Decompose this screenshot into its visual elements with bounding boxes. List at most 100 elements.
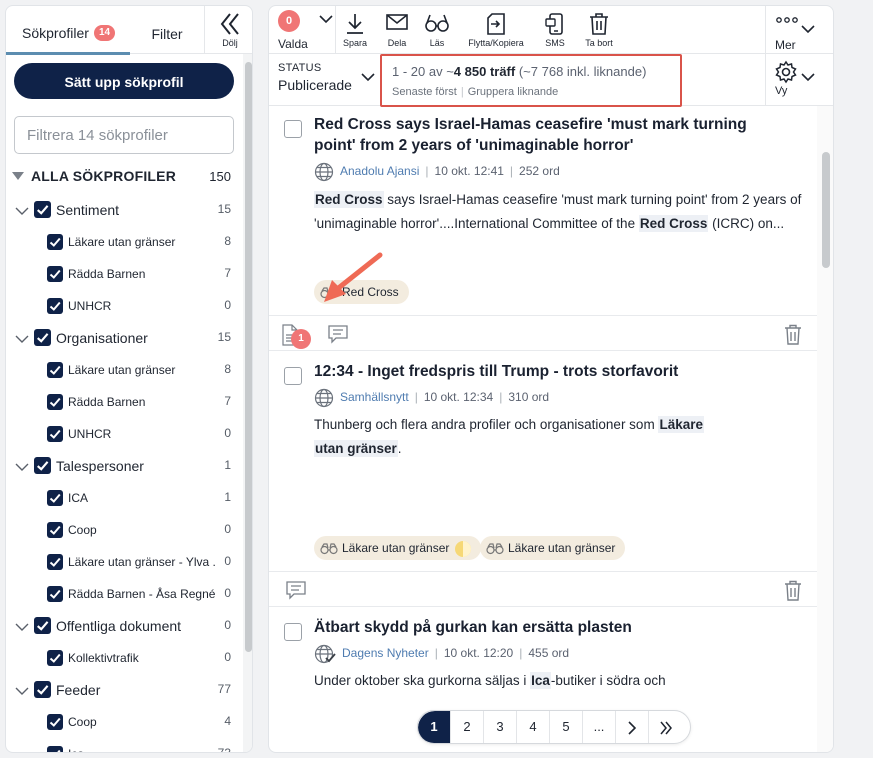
group-checkbox[interactable] bbox=[34, 681, 51, 698]
chevron-down-icon bbox=[15, 335, 29, 343]
profile-checkbox[interactable] bbox=[47, 650, 63, 666]
next-page-button[interactable] bbox=[616, 711, 649, 743]
article-checkbox[interactable] bbox=[284, 623, 302, 641]
group-similar-link[interactable]: Gruppera liknande bbox=[468, 86, 559, 98]
read-button[interactable]: Läs bbox=[419, 6, 455, 54]
page-2-button[interactable]: 2 bbox=[451, 711, 484, 743]
profile-checkbox[interactable] bbox=[47, 490, 63, 506]
article-checkbox[interactable] bbox=[284, 120, 302, 138]
profile-item-row[interactable]: Läkare utan gränser 8 bbox=[6, 226, 241, 258]
profile-tag-chip[interactable]: Läkare utan gränser bbox=[480, 536, 626, 560]
article-title[interactable]: 12:34 - Inget fredspris till Trump - tro… bbox=[314, 361, 784, 382]
profile-checkbox[interactable] bbox=[47, 426, 63, 442]
article-list: Red Cross says Israel-Hamas ceasefire 'm… bbox=[269, 106, 817, 752]
excerpt-text: Thunberg och flera andra profiler och or… bbox=[314, 417, 659, 432]
profile-group-row[interactable]: Feeder 77 bbox=[6, 674, 241, 706]
more-menu-button[interactable]: Mer bbox=[766, 6, 833, 54]
sms-button[interactable]: SMS bbox=[537, 6, 573, 54]
comment-icon[interactable] bbox=[285, 580, 307, 600]
profile-checkbox[interactable] bbox=[47, 522, 63, 538]
profile-checkbox[interactable] bbox=[47, 266, 63, 282]
excerpt-text: . bbox=[397, 441, 402, 456]
page-1-button[interactable]: 1 bbox=[418, 711, 451, 743]
all-profiles-label: ALLA SÖKPROFILER bbox=[31, 168, 177, 184]
chevron-down-icon bbox=[15, 463, 29, 471]
profile-item-row[interactable]: Läkare utan gränser 8 bbox=[6, 354, 241, 386]
last-page-button[interactable] bbox=[649, 711, 682, 743]
profile-item-row[interactable]: UNHCR 0 bbox=[6, 418, 241, 450]
sms-label: SMS bbox=[545, 38, 565, 48]
group-checkbox[interactable] bbox=[34, 201, 51, 218]
status-dropdown[interactable]: STATUS Publicerade bbox=[269, 54, 377, 106]
selected-dropdown[interactable]: 0 Valda bbox=[269, 6, 335, 54]
profile-tag-chip[interactable]: Läkare utan gränser bbox=[314, 536, 482, 560]
profile-item-row[interactable]: ICA 1 bbox=[6, 482, 241, 514]
view-menu-button[interactable]: Vy bbox=[766, 54, 833, 106]
tag-label: Läkare utan gränser bbox=[342, 541, 450, 555]
left-tabs: Sökprofiler 14 Filter Dölj bbox=[6, 6, 252, 55]
excerpt-text: (ICRC) on... bbox=[708, 216, 785, 231]
page-3-button[interactable]: 3 bbox=[484, 711, 517, 743]
filter-profiles-input[interactable] bbox=[14, 116, 234, 154]
trash-icon[interactable] bbox=[783, 324, 803, 346]
results-scrollbar-thumb[interactable] bbox=[822, 152, 830, 268]
profile-item-row[interactable]: Rädda Barnen 7 bbox=[6, 386, 241, 418]
result-summary-highlight: 1 - 20 av ~4 850 träff (~7 768 inkl. lik… bbox=[380, 54, 682, 107]
profile-item-row[interactable]: Coop 4 bbox=[6, 706, 241, 738]
hide-panel-button[interactable]: Dölj bbox=[204, 6, 252, 54]
profile-group-row[interactable]: Offentliga dokument 0 bbox=[6, 610, 241, 642]
page-4-button[interactable]: 4 bbox=[517, 711, 550, 743]
profile-item-row[interactable]: Ica73 bbox=[6, 738, 241, 752]
group-checkbox[interactable] bbox=[34, 457, 51, 474]
profile-item-row[interactable]: Rädda Barnen - Åsa Regnér 0 bbox=[6, 578, 241, 610]
tab-filter[interactable]: Filter bbox=[130, 6, 204, 54]
profile-label: Läkare utan gränser bbox=[68, 235, 176, 249]
profile-item-row[interactable]: Coop 0 bbox=[6, 514, 241, 546]
profile-item-row[interactable]: Rädda Barnen 7 bbox=[6, 258, 241, 290]
checkmark-icon bbox=[49, 589, 61, 599]
tab-search-profiles[interactable]: Sökprofiler 14 bbox=[6, 6, 130, 55]
left-scrollbar[interactable] bbox=[243, 54, 252, 752]
sort-latest-link[interactable]: Senaste först bbox=[392, 86, 457, 98]
profile-group-row[interactable]: Organisationer 15 bbox=[6, 322, 241, 354]
profile-checkbox[interactable] bbox=[47, 298, 63, 314]
setup-search-profile-button[interactable]: Sätt upp sökprofil bbox=[14, 63, 234, 99]
profile-group-row[interactable]: Sentiment 15 bbox=[6, 194, 241, 226]
delete-button[interactable]: Ta bort bbox=[579, 6, 619, 54]
article-source[interactable]: Samhällsnytt bbox=[340, 390, 409, 404]
profile-count: 7 bbox=[224, 266, 231, 280]
page-5-button[interactable]: 5 bbox=[550, 711, 583, 743]
profile-checkbox[interactable] bbox=[47, 554, 63, 570]
results-scrollbar[interactable] bbox=[817, 106, 833, 752]
profile-item-row[interactable]: UNHCR 0 bbox=[6, 290, 241, 322]
article-source[interactable]: Dagens Nyheter bbox=[342, 646, 429, 660]
left-scrollbar-thumb[interactable] bbox=[245, 62, 252, 652]
share-button[interactable]: Dela bbox=[379, 6, 415, 54]
profile-checkbox[interactable] bbox=[47, 746, 63, 752]
trash-icon[interactable] bbox=[783, 580, 803, 602]
save-button[interactable]: Spara bbox=[337, 6, 373, 54]
checkmark-icon bbox=[49, 717, 61, 727]
profile-item-row[interactable]: Kollektivtrafik 0 bbox=[6, 642, 241, 674]
profile-checkbox[interactable] bbox=[47, 234, 63, 250]
move-copy-button[interactable]: Flytta/Kopiera bbox=[461, 6, 531, 54]
group-checkbox[interactable] bbox=[34, 617, 51, 634]
profile-checkbox[interactable] bbox=[47, 362, 63, 378]
profile-label: UNHCR bbox=[68, 427, 112, 441]
profile-checkbox[interactable] bbox=[47, 586, 63, 602]
article-title[interactable]: Red Cross says Israel-Hamas ceasefire 'm… bbox=[314, 114, 784, 156]
profile-group-row[interactable]: Talespersoner 1 bbox=[6, 450, 241, 482]
page-ellipsis[interactable]: ... bbox=[583, 711, 616, 743]
gear-icon bbox=[775, 60, 797, 84]
all-profiles-row[interactable]: ALLA SÖKPROFILER 150 bbox=[6, 162, 241, 194]
profile-checkbox[interactable] bbox=[47, 714, 63, 730]
article-title[interactable]: Ätbart skydd på gurkan kan ersätta plast… bbox=[314, 617, 784, 638]
article-source[interactable]: Anadolu Ajansi bbox=[340, 164, 419, 178]
comment-icon[interactable] bbox=[327, 324, 349, 344]
profile-item-row[interactable]: Läkare utan gränser - Ylva ... 0 bbox=[6, 546, 241, 578]
profile-checkbox[interactable] bbox=[47, 394, 63, 410]
group-checkbox[interactable] bbox=[34, 329, 51, 346]
article-checkbox[interactable] bbox=[284, 367, 302, 385]
download-icon bbox=[347, 14, 363, 34]
move-copy-label: Flytta/Kopiera bbox=[468, 38, 524, 48]
